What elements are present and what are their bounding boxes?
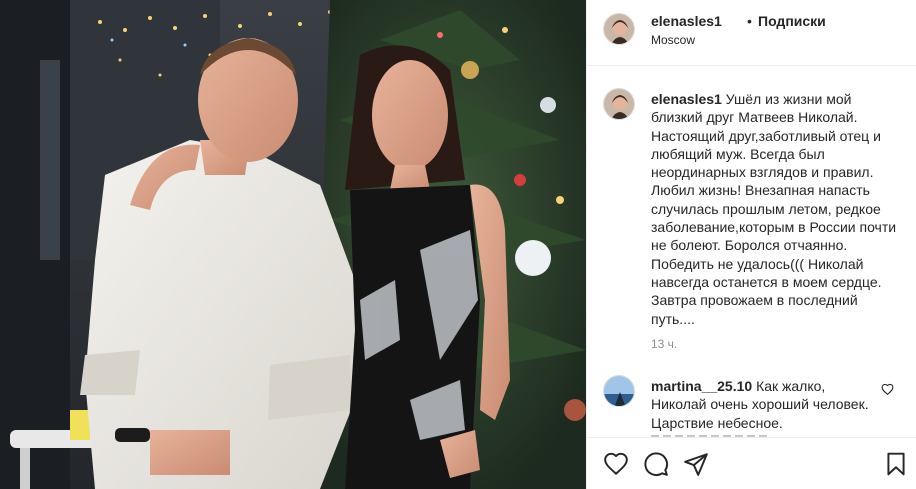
heart-icon [604,452,628,475]
comment-button[interactable] [643,451,669,477]
paper-plane-icon [684,453,708,476]
caption-avatar[interactable] [603,88,635,120]
commenter-username[interactable]: martina__25.10 [651,378,752,394]
commenter-avatar[interactable] [603,375,635,407]
bookmark-icon [887,452,905,476]
following-button[interactable]: Подписки [758,13,826,29]
share-button[interactable] [683,451,709,477]
comments-scroll-area[interactable]: elenasles1 Ушёл из жизни мой близкий дру… [587,67,916,437]
post-side-panel: elenasles1 • Подписки Moscow elenasles1 … [586,0,916,489]
caption-body: Ушёл из жизни мой близкий друг Матвеев Н… [651,91,897,327]
author-username[interactable]: elenasles1 [651,13,722,29]
caption-text: elenasles1 Ушёл из жизни мой близкий дру… [651,90,903,328]
author-avatar[interactable] [603,13,635,45]
save-button[interactable] [883,451,909,477]
post-timestamp[interactable]: 13 ч. [651,337,677,351]
comment-heart-icon[interactable] [881,383,894,396]
comment-text: martina__25.10 Как жалко, Николай очень … [651,377,871,432]
like-button[interactable] [603,451,629,477]
post-header: elenasles1 • Подписки Moscow [587,0,916,66]
photo-image [0,0,586,489]
caption-username[interactable]: elenasles1 [651,91,722,107]
header-separator: • [747,13,752,29]
post-actions-bar [587,437,916,489]
post-location[interactable]: Moscow [651,33,695,47]
comment-bubble-icon [644,452,668,476]
post-dialog: elenasles1 • Подписки Moscow elenasles1 … [0,0,916,489]
post-photo[interactable] [0,0,586,489]
